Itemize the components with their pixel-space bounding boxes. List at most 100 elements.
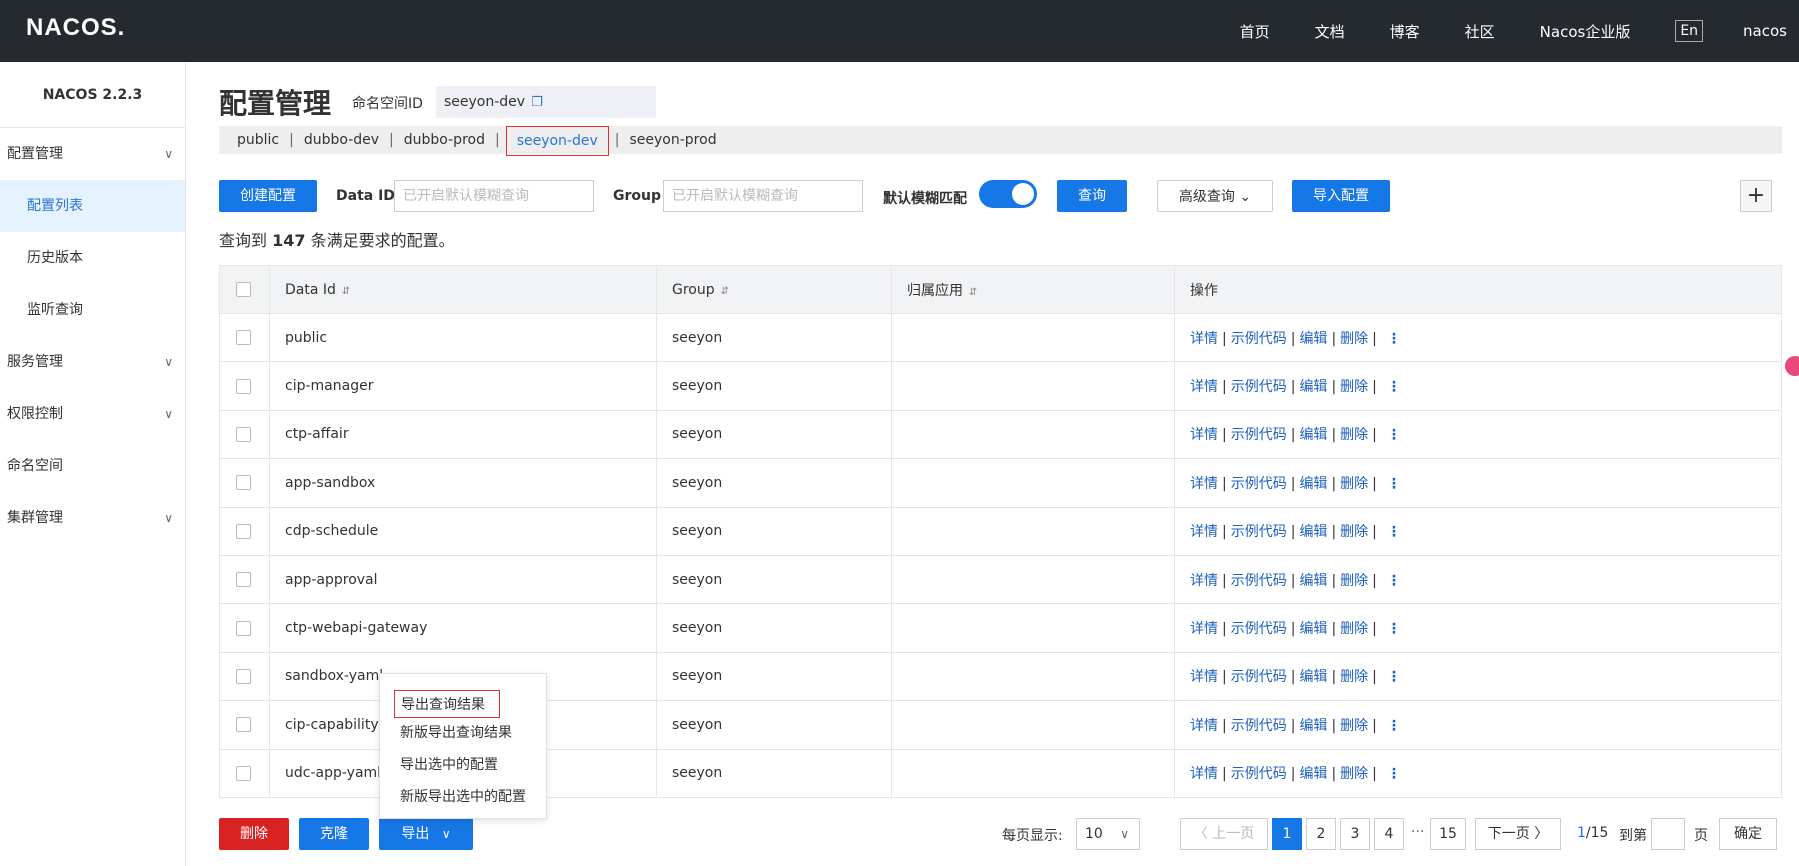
edit-link[interactable]: 编辑 [1299,524,1327,540]
more-actions-icon[interactable]: ⋮ [1387,427,1401,443]
delete-link[interactable]: 删除 [1340,621,1368,637]
sample-code-link[interactable]: 示例代码 [1231,476,1287,492]
page-size-select[interactable]: 10 ∨ [1076,818,1140,850]
nav-community[interactable]: 社区 [1465,21,1495,42]
edit-link[interactable]: 编辑 [1299,718,1327,734]
row-checkbox[interactable] [236,765,251,781]
sample-code-link[interactable]: 示例代码 [1231,331,1287,347]
page-1-button[interactable]: 1 [1272,818,1302,850]
sample-code-link[interactable]: 示例代码 [1231,621,1287,637]
row-checkbox[interactable] [236,426,251,442]
sidebar-item-service-management[interactable]: 服务管理 ∨ [0,336,185,388]
edit-link[interactable]: 编辑 [1299,379,1327,395]
sort-icon[interactable]: ⇵ [721,286,729,297]
language-switch[interactable]: En [1675,20,1704,42]
namespace-tab-public[interactable]: public [233,132,283,148]
sample-code-link[interactable]: 示例代码 [1231,379,1287,395]
nav-enterprise[interactable]: Nacos企业版 [1540,21,1631,42]
page-2-button[interactable]: 2 [1306,818,1336,850]
row-checkbox[interactable] [236,330,251,346]
goto-page-input[interactable] [1651,818,1685,850]
sort-icon[interactable]: ⇵ [342,286,350,297]
namespace-tab-dubbo-prod[interactable]: dubbo-prod [400,132,489,148]
header-group[interactable]: Group ⇵ [656,265,892,314]
prev-page-button[interactable]: 〈 上一页 [1180,818,1268,850]
detail-link[interactable]: 详情 [1190,476,1218,492]
sidebar-item-config-list[interactable]: 配置列表 [0,180,185,232]
namespace-tab-seeyon-prod[interactable]: seeyon-prod [626,132,721,148]
export-button[interactable]: 导出 ∨ [379,818,473,850]
row-checkbox[interactable] [236,572,251,588]
sidebar-item-cluster-management[interactable]: 集群管理 ∨ [0,492,185,544]
detail-link[interactable]: 详情 [1190,379,1218,395]
sample-code-link[interactable]: 示例代码 [1231,573,1287,589]
namespace-tab-seeyon-dev[interactable]: seeyon-dev [505,125,609,156]
add-column-button[interactable]: + [1740,180,1772,212]
clone-button[interactable]: 克隆 [299,818,369,850]
query-button[interactable]: 查询 [1057,180,1127,212]
select-all-checkbox[interactable] [236,282,251,297]
detail-link[interactable]: 详情 [1190,621,1218,637]
delete-link[interactable]: 删除 [1340,669,1368,685]
user-menu[interactable]: nacos [1743,22,1787,40]
edit-link[interactable]: 编辑 [1299,621,1327,637]
namespace-tab-dubbo-dev[interactable]: dubbo-dev [300,132,383,148]
data-id-input[interactable] [394,180,594,212]
detail-link[interactable]: 详情 [1190,573,1218,589]
sample-code-link[interactable]: 示例代码 [1231,718,1287,734]
menu-item-export-query-result[interactable]: 导出查询结果 [394,690,500,718]
page-3-button[interactable]: 3 [1340,818,1370,850]
delete-link[interactable]: 删除 [1340,766,1368,782]
row-checkbox[interactable] [236,523,251,539]
row-checkbox[interactable] [236,378,251,394]
page-15-button[interactable]: 15 [1430,818,1466,850]
create-config-button[interactable]: 创建配置 [219,180,317,212]
row-checkbox[interactable] [236,717,251,733]
goto-confirm-button[interactable]: 确定 [1719,818,1777,850]
sidebar-item-history[interactable]: 历史版本 [0,232,185,284]
more-actions-icon[interactable]: ⋮ [1387,718,1401,734]
header-data-id[interactable]: Data Id ⇵ [269,265,657,314]
detail-link[interactable]: 详情 [1190,669,1218,685]
delete-selected-button[interactable]: 删除 [219,818,289,850]
detail-link[interactable]: 详情 [1190,427,1218,443]
group-input[interactable] [663,180,863,212]
edit-link[interactable]: 编辑 [1299,427,1327,443]
sort-icon[interactable]: ⇵ [969,287,977,298]
edit-link[interactable]: 编辑 [1299,669,1327,685]
advanced-query-button[interactable]: 高级查询 ⌄ [1157,180,1273,212]
more-actions-icon[interactable]: ⋮ [1387,476,1401,492]
menu-item-new-export-query-result[interactable]: 新版导出查询结果 [400,722,512,742]
detail-link[interactable]: 详情 [1190,766,1218,782]
copy-icon[interactable]: ❐ [531,95,543,110]
menu-item-new-export-selected[interactable]: 新版导出选中的配置 [400,786,526,806]
more-actions-icon[interactable]: ⋮ [1387,331,1401,347]
more-actions-icon[interactable]: ⋮ [1387,524,1401,540]
edit-link[interactable]: 编辑 [1299,766,1327,782]
nav-home[interactable]: 首页 [1240,21,1270,42]
sample-code-link[interactable]: 示例代码 [1231,766,1287,782]
delete-link[interactable]: 删除 [1340,476,1368,492]
page-4-button[interactable]: 4 [1374,818,1404,850]
detail-link[interactable]: 详情 [1190,718,1218,734]
sample-code-link[interactable]: 示例代码 [1231,524,1287,540]
more-actions-icon[interactable]: ⋮ [1387,621,1401,637]
more-actions-icon[interactable]: ⋮ [1387,379,1401,395]
sidebar-item-namespace[interactable]: 命名空间 [0,440,185,492]
row-checkbox[interactable] [236,620,251,636]
more-actions-icon[interactable]: ⋮ [1387,669,1401,685]
sample-code-link[interactable]: 示例代码 [1231,427,1287,443]
header-app[interactable]: 归属应用 ⇵ [891,265,1175,314]
nacos-logo[interactable]: NACOS. [26,14,125,42]
delete-link[interactable]: 删除 [1340,524,1368,540]
next-page-button[interactable]: 下一页 〉 [1475,818,1561,850]
fuzzy-match-toggle[interactable] [979,180,1037,208]
edit-link[interactable]: 编辑 [1299,573,1327,589]
sample-code-link[interactable]: 示例代码 [1231,669,1287,685]
more-actions-icon[interactable]: ⋮ [1387,573,1401,589]
menu-item-export-selected[interactable]: 导出选中的配置 [400,754,498,774]
more-actions-icon[interactable]: ⋮ [1387,766,1401,782]
delete-link[interactable]: 删除 [1340,379,1368,395]
detail-link[interactable]: 详情 [1190,524,1218,540]
floating-assistant-icon[interactable] [1785,356,1799,376]
